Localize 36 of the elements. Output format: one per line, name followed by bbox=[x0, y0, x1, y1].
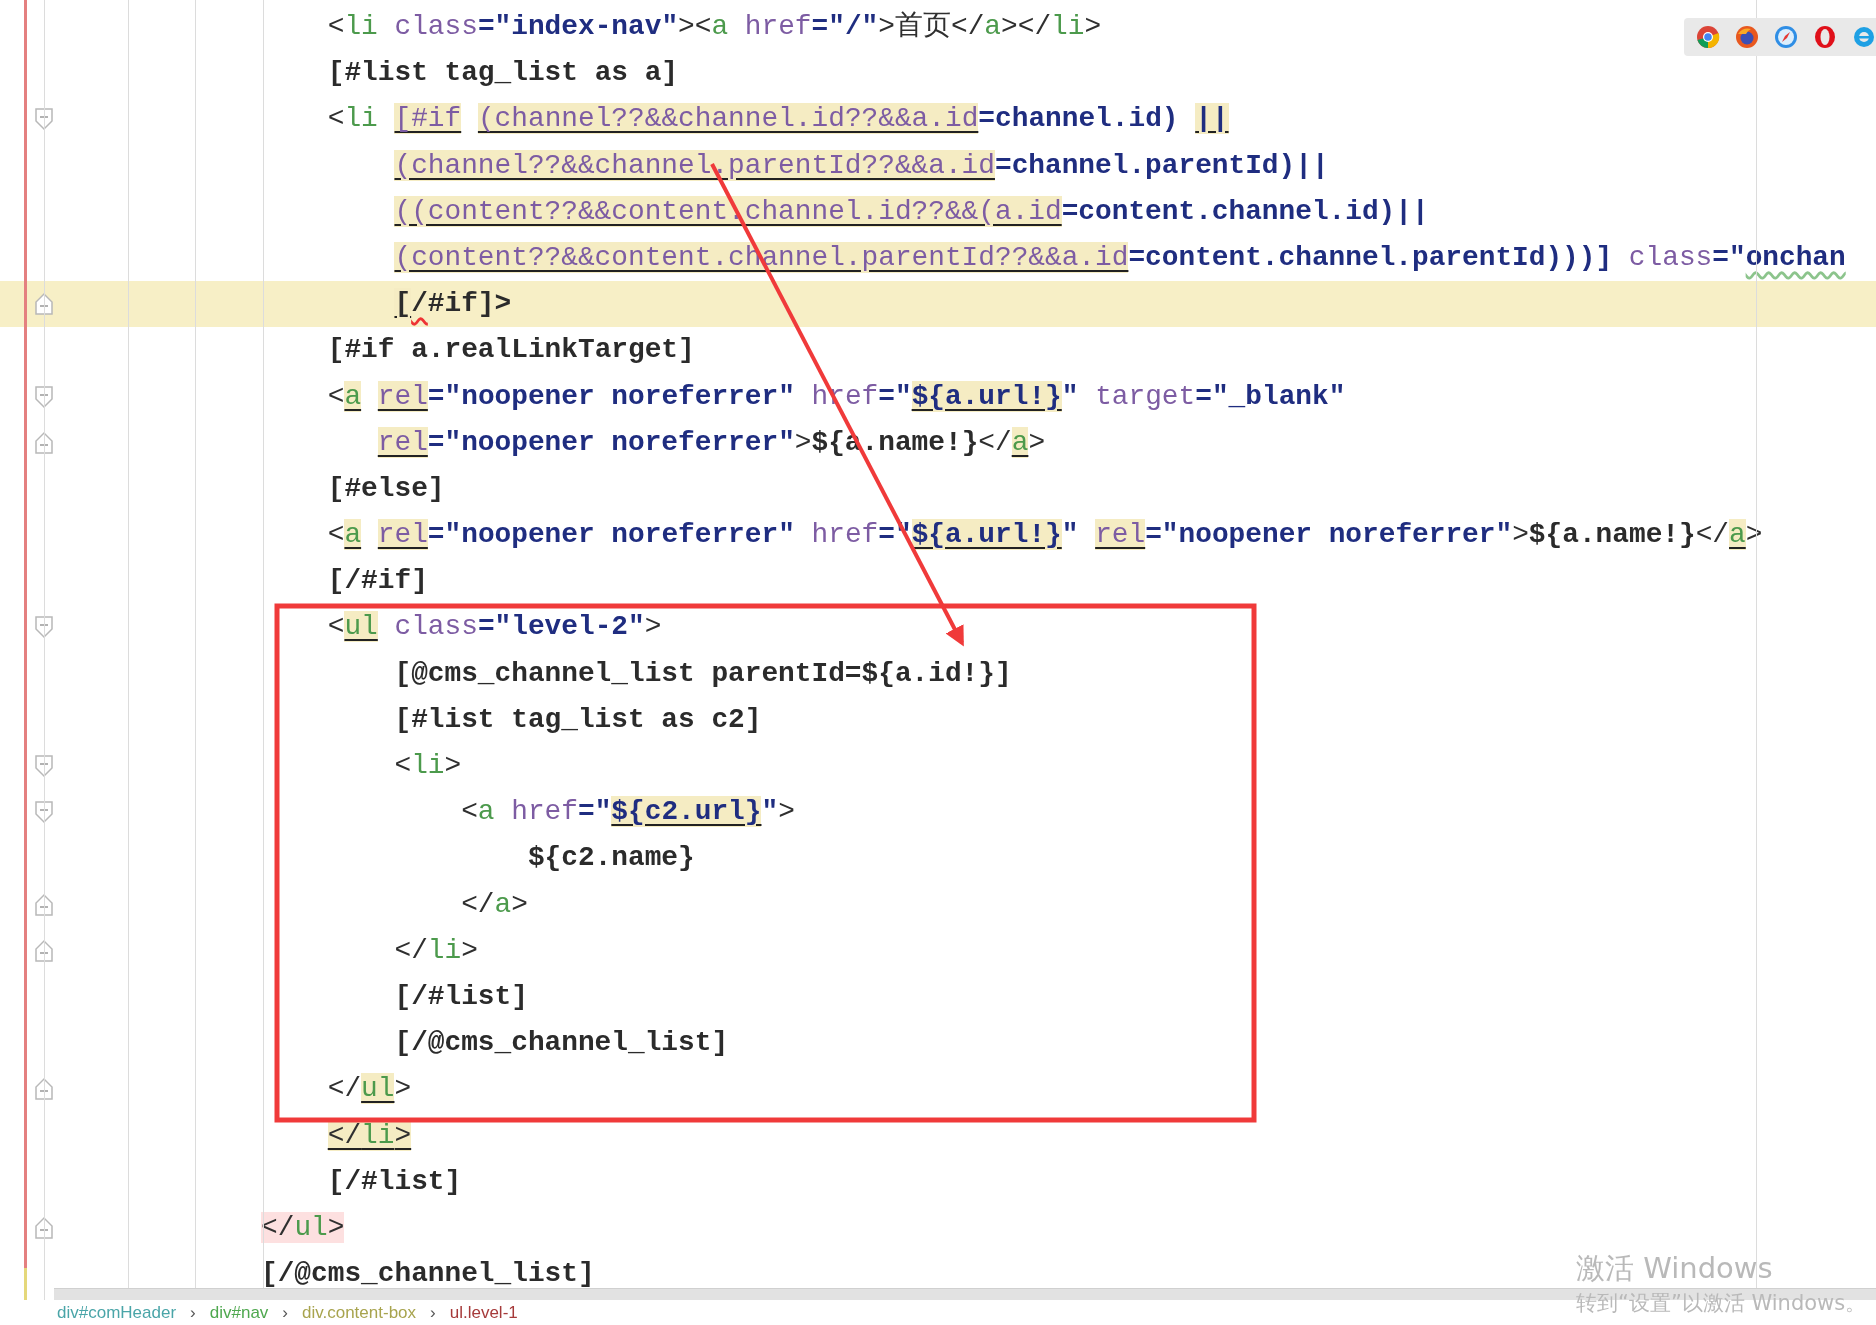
code-line: [@cms_channel_list parentId=${a.id!}] bbox=[394, 656, 1012, 691]
code-line: [/#if] bbox=[327, 564, 428, 599]
breadcrumb-separator: › bbox=[430, 1301, 436, 1324]
code-line: <li> bbox=[394, 749, 462, 783]
browser-icon[interactable] bbox=[1735, 25, 1759, 49]
code-line: [/@cms_channel_list] bbox=[261, 1257, 595, 1292]
code-line: [#if a.realLinkTarget] bbox=[327, 333, 695, 368]
code-line: [#list tag_list as c2] bbox=[394, 702, 762, 737]
code-line: [/#list] bbox=[327, 1164, 462, 1199]
code-line: ${c2.name} bbox=[527, 841, 695, 876]
code-line: </li> bbox=[394, 933, 478, 968]
breadcrumb-item[interactable]: div#nav bbox=[209, 1299, 269, 1325]
code-line: <ul class="level-2"> bbox=[327, 610, 662, 645]
code-line: <li class="index-nav"><a href="/">首页</a></li> bbox=[327, 10, 1102, 44]
code-line: [#else] bbox=[327, 471, 445, 506]
browser-icon[interactable] bbox=[1774, 25, 1798, 49]
code-line: [/#list] bbox=[394, 979, 528, 1014]
activation-title: 激活 Windows bbox=[1576, 1252, 1774, 1286]
breadcrumb-item[interactable]: div#comHeader bbox=[57, 1299, 177, 1325]
code-line: </ul> bbox=[261, 1210, 345, 1245]
code-line: <a href="${c2.url}"> bbox=[461, 795, 795, 830]
code-line: [#list tag_list as a] bbox=[327, 56, 679, 91]
browser-icon[interactable] bbox=[1813, 25, 1837, 49]
breadcrumb-item[interactable]: div.content-box bbox=[302, 1299, 417, 1325]
code-line: </li> bbox=[327, 1118, 412, 1153]
code-line: [/#if]> bbox=[394, 287, 512, 322]
breadcrumb-item[interactable]: ul.level-1 bbox=[449, 1299, 518, 1325]
breadcrumb-separator: › bbox=[282, 1301, 288, 1324]
browser-icon[interactable] bbox=[1696, 25, 1720, 49]
breadcrumb-separator: › bbox=[190, 1301, 196, 1324]
code-line: [/@cms_channel_list] bbox=[394, 1026, 729, 1061]
code-line: </ul> bbox=[327, 1072, 412, 1107]
code-line: <li [#if (channel??&&channel.id??&&a.id=channel.id) || bbox=[327, 102, 1229, 137]
browser-icon[interactable] bbox=[1852, 25, 1876, 49]
code-line: </a> bbox=[461, 887, 528, 922]
activation-message: 转到“设置”以激活 Windows。 bbox=[1576, 1291, 1867, 1316]
